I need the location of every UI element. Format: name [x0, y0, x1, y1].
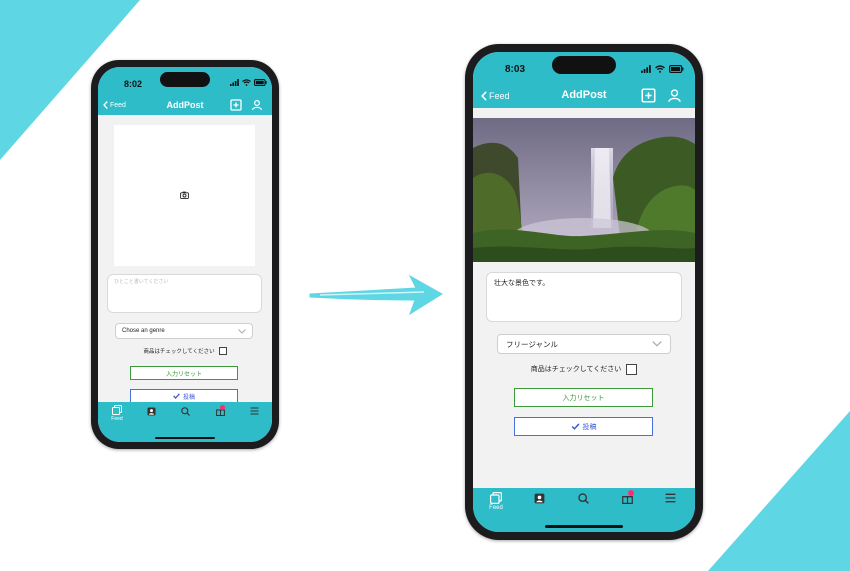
camera-icon — [180, 191, 189, 199]
genre-select[interactable]: Chose an genre — [115, 323, 253, 339]
battery-icon — [669, 65, 684, 73]
reset-button[interactable]: 入力リセット — [130, 366, 238, 380]
genre-selected-value: フリージャンル — [506, 339, 558, 349]
phone-before: 8:02 Feed AddPost ひとこと書いてください Chose an g… — [91, 60, 279, 449]
contacts-icon — [147, 407, 155, 416]
tab-feed-label: Feed — [489, 505, 503, 511]
image-picker[interactable] — [114, 125, 255, 266]
signal-icon — [641, 65, 651, 73]
product-check-row: 商品はチェックしてください — [473, 362, 695, 376]
page-title: AddPost — [166, 100, 204, 110]
image-picker[interactable] — [473, 118, 695, 262]
home-indicator — [545, 525, 623, 528]
post-button-label: 投稿 — [582, 423, 597, 431]
navigation-bar: Feed AddPost — [473, 86, 695, 108]
corner-decoration-bottom-right — [708, 411, 850, 571]
waterfall-photo — [473, 118, 695, 262]
tab-gift[interactable] — [621, 490, 634, 504]
tab-feed-label: Feed — [111, 416, 123, 422]
genre-select[interactable]: フリージャンル — [497, 334, 671, 354]
plus-square-icon[interactable] — [641, 88, 656, 103]
plus-square-icon[interactable] — [230, 99, 242, 111]
checkmark-icon — [173, 393, 180, 399]
reset-button[interactable]: 入力リセット — [514, 388, 653, 407]
tab-search[interactable] — [577, 493, 589, 504]
tab-contacts[interactable] — [533, 493, 545, 504]
status-time: 8:02 — [124, 79, 143, 89]
chevron-down-icon — [238, 328, 246, 334]
chevron-down-icon — [652, 341, 662, 347]
tab-bar: Feed — [473, 488, 695, 532]
caption-input[interactable]: ひとこと書いてください — [107, 274, 262, 313]
tab-contacts[interactable] — [146, 407, 156, 416]
product-check-row: 商品はチェックしてください — [98, 345, 272, 357]
battery-icon — [254, 79, 267, 86]
home-indicator — [155, 437, 215, 439]
notification-badge — [628, 490, 634, 496]
tab-menu[interactable] — [664, 493, 676, 503]
post-button-label: 投稿 — [182, 394, 195, 401]
form-content: ひとこと書いてください Chose an genre 商品はチェックしてください… — [98, 115, 272, 403]
status-bar: 8:02 — [98, 67, 272, 97]
caption-value: 壮大な景色です。 — [494, 280, 550, 287]
product-check-label: 商品はチェックしてください — [530, 366, 622, 373]
phone-after: 8:03 Feed AddPost 壮大な景色です。 フリージャンル 商品はチェ… — [465, 44, 703, 540]
caption-input[interactable]: 壮大な景色です。 — [486, 272, 682, 322]
tab-feed[interactable]: Feed — [108, 405, 126, 422]
caption-placeholder: ひとこと書いてください — [114, 279, 169, 285]
status-time: 8:03 — [505, 64, 526, 75]
reset-button-label: 入力リセット — [562, 394, 605, 402]
tab-bar: Feed — [98, 402, 272, 442]
tab-search[interactable] — [180, 407, 190, 416]
status-bar: 8:03 — [473, 52, 695, 86]
reset-button-label: 入力リセット — [165, 371, 202, 378]
genre-selected-value: Chose an genre — [122, 328, 165, 334]
dynamic-island — [160, 72, 210, 87]
post-button[interactable]: 投稿 — [130, 389, 238, 403]
wifi-icon — [655, 65, 665, 73]
post-button[interactable]: 投稿 — [514, 417, 653, 436]
product-checkbox[interactable] — [626, 363, 638, 375]
phone-screen: 8:02 Feed AddPost ひとこと書いてください Chose an g… — [98, 67, 272, 442]
person-icon[interactable] — [251, 99, 263, 111]
menu-icon — [665, 493, 675, 503]
person-icon[interactable] — [667, 88, 682, 103]
form-content: 壮大な景色です。 フリージャンル 商品はチェックしてください 入力リセット 投稿 — [473, 108, 695, 488]
search-icon — [180, 407, 190, 416]
arrow-right-icon — [309, 274, 443, 316]
tab-feed[interactable]: Feed — [485, 492, 507, 511]
contacts-icon — [534, 493, 544, 504]
dynamic-island — [552, 56, 616, 74]
product-checkbox[interactable] — [218, 347, 227, 355]
navigation-bar: Feed AddPost — [98, 97, 272, 115]
wifi-icon — [242, 79, 251, 86]
notification-badge — [220, 405, 225, 410]
menu-icon — [250, 407, 258, 415]
status-icons — [641, 65, 684, 73]
tab-gift[interactable] — [215, 405, 225, 416]
signal-icon — [230, 79, 239, 86]
phone-screen: 8:03 Feed AddPost 壮大な景色です。 フリージャンル 商品はチェ… — [473, 52, 695, 532]
checkmark-icon — [571, 423, 579, 430]
tab-menu[interactable] — [249, 407, 259, 415]
search-icon — [577, 493, 589, 504]
feed-icon — [112, 405, 122, 415]
product-check-label: 商品はチェックしてください — [143, 349, 215, 355]
status-icons — [230, 79, 267, 86]
feed-icon — [490, 492, 502, 504]
page-title: AddPost — [561, 89, 607, 101]
